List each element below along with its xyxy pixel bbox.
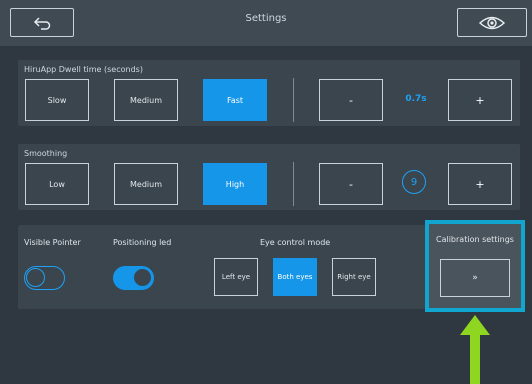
dwell-time-label: HiruApp Dwell time (seconds) <box>24 65 143 74</box>
dwell-time-panel: HiruApp Dwell time (seconds) Slow Medium… <box>18 60 520 126</box>
smoothing-option-high[interactable]: High <box>203 163 267 205</box>
eye-toggle-button[interactable] <box>457 8 527 37</box>
dwell-option-fast[interactable]: Fast <box>203 79 267 121</box>
toggle-knob <box>26 268 45 287</box>
visible-pointer-label: Visible Pointer <box>24 238 81 247</box>
smoothing-panel: Smoothing Low Medium High - 9 + <box>18 144 520 210</box>
smoothing-option-low[interactable]: Low <box>25 163 89 205</box>
dwell-value: 0.7s <box>405 94 427 104</box>
smoothing-option-medium[interactable]: Medium <box>114 163 178 205</box>
smoothing-value: 9 <box>402 170 426 194</box>
eye-option-right[interactable]: Right eye <box>332 258 376 296</box>
smoothing-label: Smoothing <box>24 149 68 158</box>
divider <box>293 78 294 122</box>
dwell-option-slow[interactable]: Slow <box>25 79 89 121</box>
positioning-led-label: Positioning led <box>113 238 172 247</box>
smoothing-increment-button[interactable]: + <box>448 163 512 205</box>
toggle-knob <box>133 268 152 287</box>
eye-option-both[interactable]: Both eyes <box>273 258 317 296</box>
dwell-increment-button[interactable]: + <box>448 79 512 121</box>
pointer-arrow-icon <box>460 315 490 384</box>
calibration-highlight-box: Calibration settings » <box>425 220 525 312</box>
visible-pointer-toggle[interactable] <box>24 266 65 290</box>
page-title: Settings <box>245 13 287 24</box>
calibration-settings-label: Calibration settings <box>436 235 514 244</box>
calibration-settings-button[interactable]: » <box>440 259 510 297</box>
dwell-option-medium[interactable]: Medium <box>114 79 178 121</box>
top-bar: Settings <box>0 0 532 46</box>
eye-control-mode-label: Eye control mode <box>260 238 331 247</box>
eye-icon <box>478 16 506 29</box>
eye-option-left[interactable]: Left eye <box>214 258 258 296</box>
smoothing-decrement-button[interactable]: - <box>319 163 383 205</box>
divider <box>293 162 294 206</box>
dwell-decrement-button[interactable]: - <box>319 79 383 121</box>
positioning-led-toggle[interactable] <box>113 266 154 290</box>
